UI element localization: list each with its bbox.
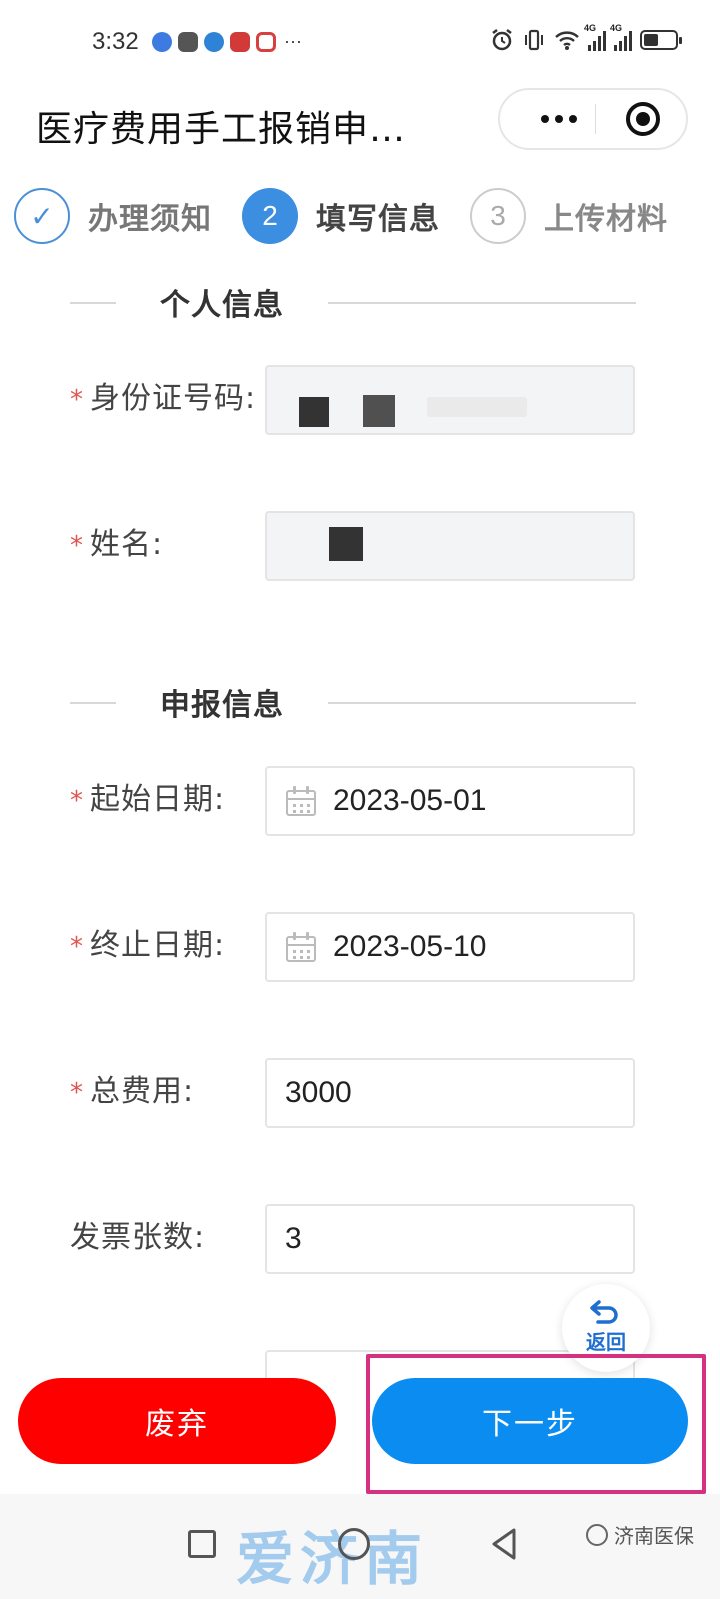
recent-apps-button[interactable] xyxy=(188,1530,216,1558)
status-indicators: 4G 4G xyxy=(490,23,682,52)
next-step-button[interactable]: 下一步 xyxy=(372,1378,688,1464)
id-number-field[interactable] xyxy=(265,365,635,435)
total-cost-label: * 总费用: xyxy=(70,1074,195,1109)
status-time: 3:32 xyxy=(92,28,139,55)
notification-icons: ··· xyxy=(152,31,302,52)
invoice-count-input[interactable]: 3 xyxy=(265,1204,635,1274)
section-personal-info: 个人信息 xyxy=(70,280,636,324)
watermark-logo: 爱济南 xyxy=(236,1525,429,1593)
step-label: 办理须知 xyxy=(88,202,212,237)
start-date-label: * 起始日期: xyxy=(70,782,226,817)
step-label: 填写信息 xyxy=(316,202,440,237)
system-navigation-bar: 爱济南 济南医保 xyxy=(0,1494,720,1599)
mini-program-capsule xyxy=(498,88,688,150)
abandon-button[interactable]: 废弃 xyxy=(18,1378,336,1464)
end-date-label: * 终止日期: xyxy=(70,928,226,963)
return-arrow-icon xyxy=(590,1300,618,1324)
status-bar: 3:32 ··· 4G 4G xyxy=(0,0,720,86)
floating-back-label: 返回 xyxy=(586,1330,626,1354)
home-button[interactable] xyxy=(338,1528,370,1560)
more-notifications-icon: ··· xyxy=(284,31,302,51)
name-label: * 姓名: xyxy=(70,527,164,562)
battery-icon xyxy=(640,30,682,50)
section-declaration-info: 申报信息 xyxy=(70,680,636,724)
id-number-label: * 身份证号码: xyxy=(70,381,257,416)
section-divider xyxy=(70,702,116,704)
wifi-icon xyxy=(555,31,579,50)
form-row-end-date: * 终止日期: 2023-05-10 xyxy=(0,912,720,984)
invoice-count-label: 发票张数: xyxy=(70,1220,206,1255)
vibrate-icon xyxy=(525,29,543,51)
redacted-blur xyxy=(427,397,527,417)
form-row-name: * 姓名: xyxy=(0,511,720,583)
form-row-id-number: * 身份证号码: xyxy=(0,365,720,437)
section-divider xyxy=(70,302,116,304)
check-icon: ✓ xyxy=(14,188,70,244)
watermark-account-name: 济南医保 xyxy=(614,1524,694,1548)
total-cost-input[interactable]: 3000 xyxy=(265,1058,635,1128)
step-label: 上传材料 xyxy=(544,202,668,237)
wechat-official-account-icon xyxy=(586,1523,608,1546)
section-title: 申报信息 xyxy=(160,688,284,723)
step-number: 3 xyxy=(470,188,526,244)
music-app-icon xyxy=(152,31,172,52)
redacted-block xyxy=(363,395,395,427)
end-date-picker[interactable]: 2023-05-10 xyxy=(265,912,635,982)
form-row-invoice-count: 发票张数: 3 xyxy=(0,1204,720,1276)
progress-stepper: ✓ 办理须知 2 填写信息 3 上传材料 xyxy=(0,186,720,250)
step-number: 2 xyxy=(242,188,298,244)
redacted-block xyxy=(299,397,329,427)
step-upload-materials[interactable]: 3 上传材料 xyxy=(470,186,668,246)
end-date-value: 2023-05-10 xyxy=(333,930,487,963)
form-row-start-date: * 起始日期: 2023-05-01 xyxy=(0,766,720,838)
section-divider xyxy=(328,302,636,304)
name-field[interactable] xyxy=(265,511,635,581)
back-triangle-icon[interactable] xyxy=(488,1526,520,1562)
calendar-icon xyxy=(285,785,317,817)
health-app-icon xyxy=(230,31,250,52)
form-row-total-cost: * 总费用: 3000 xyxy=(0,1058,720,1130)
mini-program-title-bar: 医疗费用手工报销申… xyxy=(0,86,720,158)
signal-icon-2: 4G xyxy=(610,23,632,51)
watermark-badge: 济南医保 xyxy=(586,1520,694,1549)
capsule-divider xyxy=(595,104,596,134)
alarm-icon xyxy=(492,29,512,51)
red-app-icon xyxy=(256,31,276,52)
start-date-value: 2023-05-01 xyxy=(333,784,487,817)
start-date-picker[interactable]: 2023-05-01 xyxy=(265,766,635,836)
floating-back-button[interactable]: 返回 xyxy=(562,1284,650,1372)
step-fill-info[interactable]: 2 填写信息 xyxy=(242,186,440,246)
browser-app-icon xyxy=(204,31,224,52)
signal-icon-1: 4G xyxy=(584,23,606,51)
mail-app-icon xyxy=(178,31,198,52)
close-mini-program-icon[interactable] xyxy=(626,102,660,136)
page-title: 医疗费用手工报销申… xyxy=(36,109,407,150)
calendar-icon xyxy=(285,931,317,963)
section-title: 个人信息 xyxy=(160,288,284,323)
redacted-block xyxy=(329,527,363,561)
section-divider xyxy=(328,702,636,704)
more-options-button[interactable] xyxy=(524,90,594,148)
step-instructions[interactable]: ✓ 办理须知 xyxy=(14,186,212,246)
